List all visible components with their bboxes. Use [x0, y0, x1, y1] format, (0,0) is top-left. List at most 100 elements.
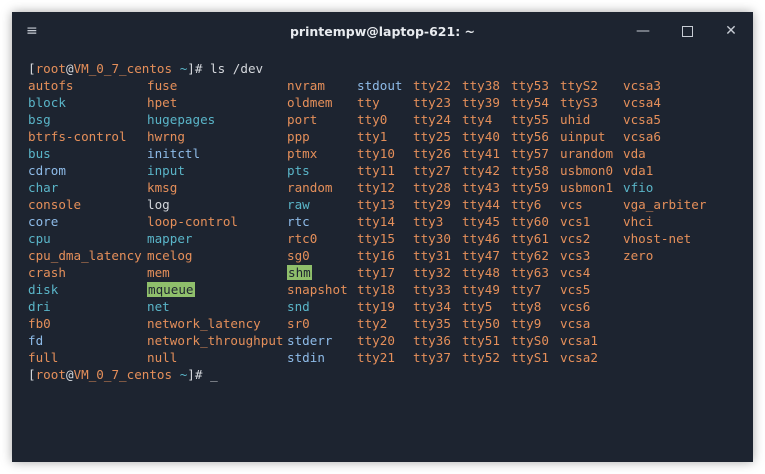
dev-entry: tty62: [511, 247, 549, 264]
dev-entry-name: tty25: [413, 129, 451, 144]
dev-entry-name: tty: [357, 95, 380, 110]
listing-column: nvram oldmem port ppp ptmx pts random raw rtc rtc…: [287, 77, 348, 366]
dev-entry-name: tty51: [462, 333, 500, 348]
dev-entry-name: tty44: [462, 197, 500, 212]
title-bar[interactable]: ≡ printempw@laptop-621: ~ — ✕: [12, 12, 753, 50]
dev-entry: tty18: [357, 281, 403, 298]
dev-entry: tty10: [357, 145, 403, 162]
dev-entry: initctl: [147, 145, 283, 162]
dev-entry: tty14: [357, 213, 403, 230]
dev-entry: hpet: [147, 94, 283, 111]
dev-entry-name: vcs5: [560, 282, 591, 297]
close-button[interactable]: ✕: [709, 12, 753, 50]
dev-entry: tty28: [413, 179, 451, 196]
dev-entry-name: input: [147, 163, 185, 178]
dev-entry-name: tty15: [357, 231, 395, 246]
dev-entry-name: tty21: [357, 350, 395, 365]
dev-entry: raw: [287, 196, 348, 213]
dev-entry: tty7: [511, 281, 549, 298]
dev-entry-name: sg0: [287, 248, 310, 263]
dev-entry-name: tty4: [462, 112, 493, 127]
dev-entry-name: uhid: [560, 112, 591, 127]
dev-entry-name: rtc: [287, 214, 310, 229]
dev-entry: vcs5: [560, 281, 613, 298]
dev-entry: tty9: [511, 315, 549, 332]
dev-entry: tty43: [462, 179, 500, 196]
menu-icon[interactable]: ≡: [26, 23, 38, 39]
dev-entry-name: tty32: [413, 265, 451, 280]
dev-entry: rtc: [287, 213, 348, 230]
dev-entry: tty23: [413, 94, 451, 111]
dev-entry: full: [28, 349, 142, 366]
dev-entry: bsg: [28, 111, 142, 128]
dev-entry: vga_arbiter: [623, 196, 706, 213]
dev-entry: vhost-net: [623, 230, 706, 247]
terminal-output[interactable]: [root@VM_0_7_centos ~]# ls /dev autofs bl…: [28, 60, 706, 383]
dev-entry-name: tty60: [511, 214, 549, 229]
dev-entry-name: tty16: [357, 248, 395, 263]
dev-entry-name: fd: [28, 333, 44, 348]
dev-entry-name: vcs2: [560, 231, 591, 246]
dev-entry-name: autofs: [28, 78, 74, 93]
dev-entry-name: mqueue: [147, 282, 195, 297]
dev-entry: vhci: [623, 213, 706, 230]
dev-entry-name: mcelog: [147, 248, 193, 263]
dev-entry: network_throughput: [147, 332, 283, 349]
prompt-at: @: [65, 61, 74, 76]
listing-column: ttyS2 ttyS3 uhid uinput urandom usbmon0 usbmon…: [560, 77, 613, 366]
dev-entry-name: tty39: [462, 95, 500, 110]
dev-entry: network_latency: [147, 315, 283, 332]
listing-column: tty38 tty39 tty4 tty40 tty41 tty42 tty43 tty44 t…: [462, 77, 500, 366]
minimize-icon: —: [636, 23, 650, 39]
dev-entry-name: tty1: [357, 129, 388, 144]
dev-entry: tty38: [462, 77, 500, 94]
dev-entry: tty58: [511, 162, 549, 179]
dev-entry: tty39: [462, 94, 500, 111]
dev-entry-name: vcsa3: [623, 78, 661, 93]
dev-entry-name: tty49: [462, 282, 500, 297]
dev-entry-name: log: [147, 197, 170, 212]
close-icon: ✕: [725, 23, 737, 39]
dev-entry-name: vcsa4: [623, 95, 661, 110]
dev-entry-name: vcsa6: [623, 129, 661, 144]
dev-entry: uhid: [560, 111, 613, 128]
dev-entry: ttyS3: [560, 94, 613, 111]
dev-entry: tty48: [462, 264, 500, 281]
dev-entry: vda1: [623, 162, 706, 179]
dev-entry: cdrom: [28, 162, 142, 179]
dev-entry: random: [287, 179, 348, 196]
dev-entry: null: [147, 349, 283, 366]
dev-entry: tty57: [511, 145, 549, 162]
dev-entry-name: tty45: [462, 214, 500, 229]
dev-entry: block: [28, 94, 142, 111]
dev-entry: rtc0: [287, 230, 348, 247]
dev-entry-name: vcsa5: [623, 112, 661, 127]
dev-entry-name: oldmem: [287, 95, 333, 110]
dev-entry-name: vcs3: [560, 248, 591, 263]
dev-entry: port: [287, 111, 348, 128]
dev-entry-name: tty59: [511, 180, 549, 195]
dev-entry-name: ptmx: [287, 146, 318, 161]
dev-entry-name: dri: [28, 299, 51, 314]
dev-entry: vcs1: [560, 213, 613, 230]
dev-entry-name: tty18: [357, 282, 395, 297]
window-title: printempw@laptop-621: ~: [289, 23, 476, 39]
dev-entry-name: char: [28, 180, 59, 195]
dev-entry-name: vcsa2: [560, 350, 598, 365]
dev-entry-name: tty17: [357, 265, 395, 280]
dev-entry-name: vga_arbiter: [623, 197, 707, 212]
dev-entry: vcs3: [560, 247, 613, 264]
dev-entry-name: tty26: [413, 146, 451, 161]
minimize-button[interactable]: —: [621, 12, 665, 50]
listing-column: fuse hpet hugepages hwrng initctl input kmsg lo…: [147, 77, 283, 366]
dev-entry: usbmon1: [560, 179, 613, 196]
current-prompt-line[interactable]: [root@VM_0_7_centos ~]# _: [28, 366, 263, 383]
dev-entry: vcsa3: [623, 77, 706, 94]
dev-entry: vcs: [560, 196, 613, 213]
dev-entry-name: tty48: [462, 265, 500, 280]
dev-entry: tty37: [413, 349, 451, 366]
dev-entry: tty16: [357, 247, 403, 264]
dev-entry-name: vcsa: [560, 316, 591, 331]
dev-entry-name: ppp: [287, 129, 310, 144]
maximize-button[interactable]: [665, 12, 709, 50]
